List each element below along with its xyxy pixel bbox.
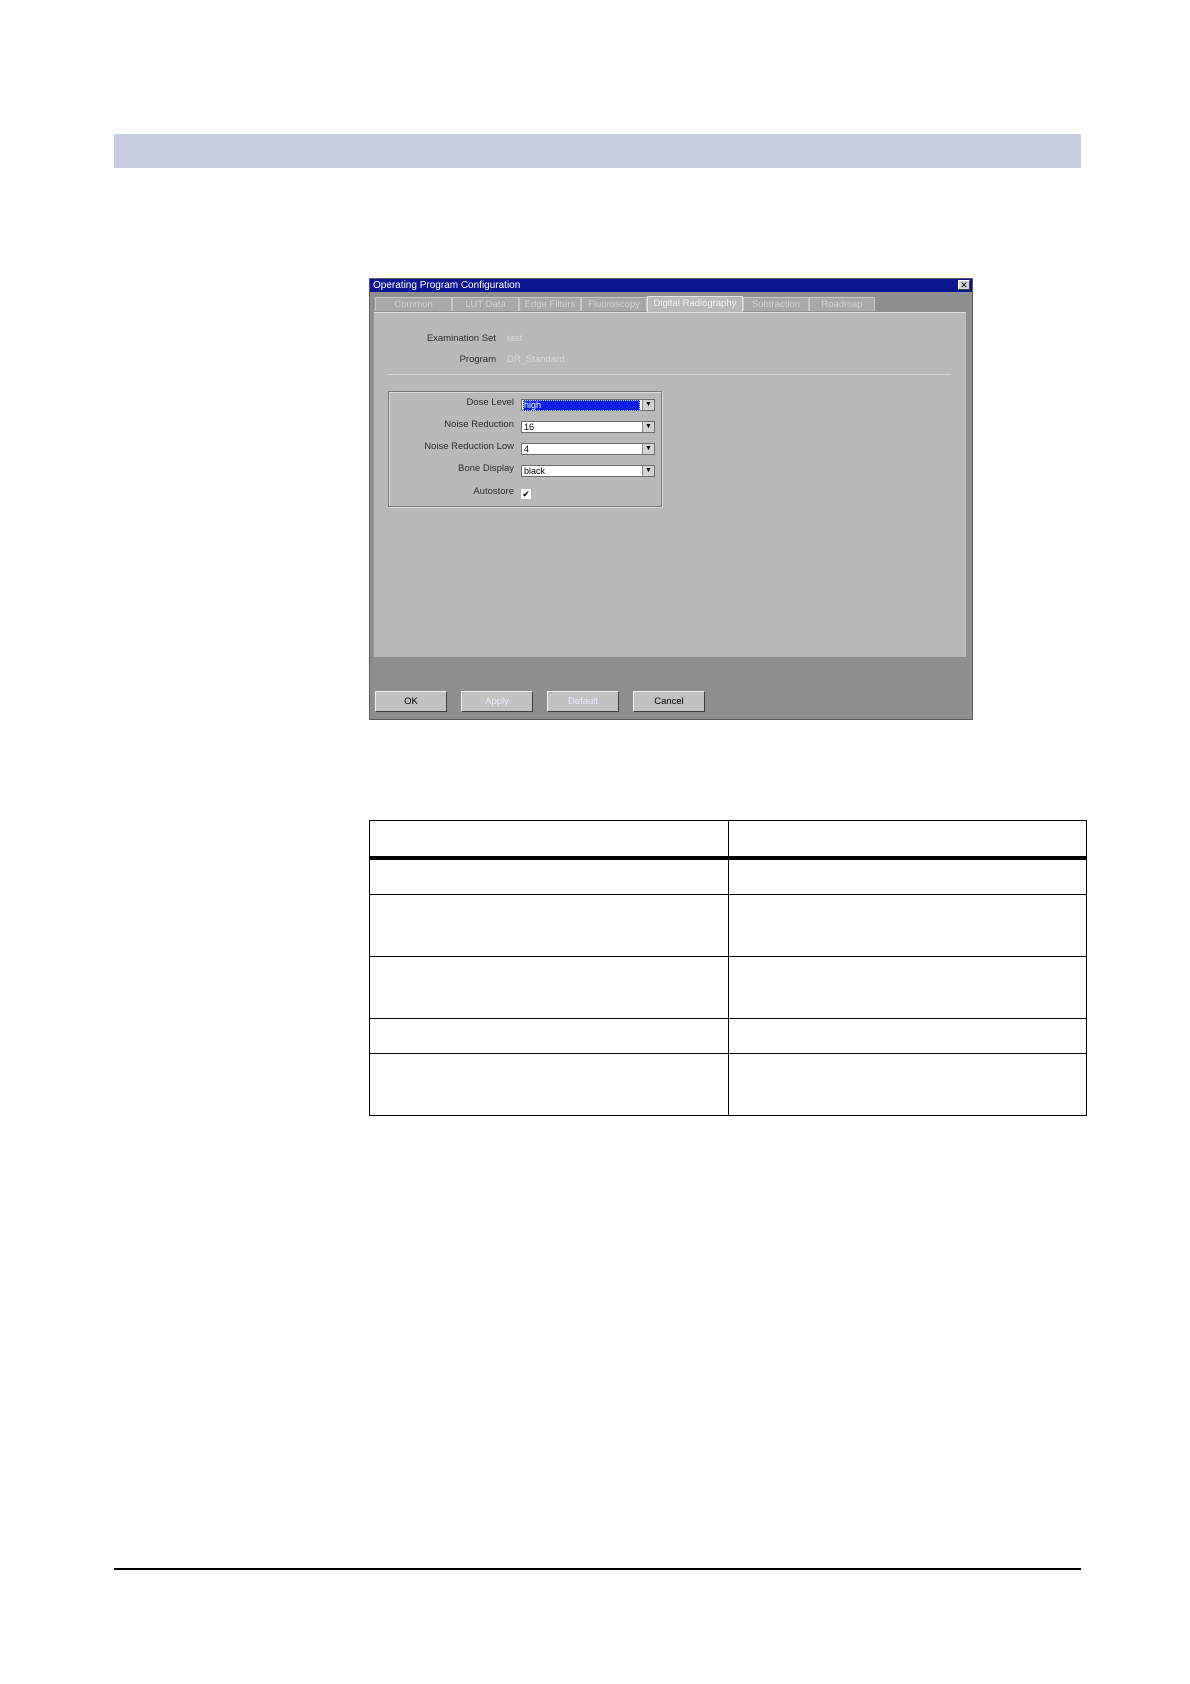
dialog-titlebar: Operating Program Configuration ✕ — [370, 279, 972, 292]
tab-common[interactable]: Common — [375, 297, 452, 311]
noise-reduction-low-value: 4 — [524, 444, 530, 454]
dose-level-label: Dose Level — [466, 397, 514, 408]
table-row — [369, 1053, 1087, 1116]
noise-reduction-value: 16 — [524, 422, 535, 432]
operating-program-configuration-dialog: Operating Program Configuration ✕ Common… — [369, 278, 973, 720]
table-cell — [728, 894, 1087, 957]
chevron-down-icon[interactable]: ▼ — [642, 444, 654, 454]
table-cell — [369, 956, 729, 1019]
chevron-down-icon[interactable]: ▼ — [642, 466, 654, 476]
ok-button[interactable]: OK — [375, 691, 447, 712]
bone-display-combo[interactable]: black ▼ — [521, 465, 655, 477]
table-header-row — [369, 820, 1087, 859]
table-row — [369, 857, 1087, 895]
noise-reduction-low-label: Noise Reduction Low — [424, 441, 514, 452]
autostore-checkbox[interactable]: ✔ — [521, 489, 531, 499]
table-cell — [369, 1018, 729, 1054]
table-cell — [728, 1053, 1087, 1116]
table-row — [369, 894, 1087, 957]
noise-reduction-low-combo[interactable]: 4 ▼ — [521, 443, 655, 455]
table-header-cell — [728, 820, 1087, 859]
checkmark-icon: ✔ — [522, 489, 530, 499]
tab-subtraction[interactable]: Subtraction — [743, 297, 809, 311]
examination-set-value: test — [507, 333, 523, 344]
cancel-button[interactable]: Cancel — [633, 691, 705, 712]
dose-level-combo[interactable]: high ▼ — [521, 399, 655, 411]
tab-roadmap[interactable]: Roadmap — [809, 297, 875, 311]
digital-radiography-panel: Examination Set test Program DR_Standard… — [374, 312, 966, 657]
tab-edge-filters[interactable]: Edge Filters — [519, 297, 581, 311]
close-icon: ✕ — [960, 280, 968, 290]
program-label: Program — [459, 354, 496, 365]
dialog-title: Operating Program Configuration — [373, 280, 521, 291]
table-row — [369, 956, 1087, 1019]
autostore-label: Autostore — [473, 486, 514, 497]
program-value: DR_Standard — [507, 354, 565, 365]
document-table — [369, 820, 1087, 1116]
chevron-down-icon[interactable]: ▼ — [642, 400, 654, 410]
tab-digital-radiography[interactable]: Digital Radiography — [647, 296, 743, 312]
table-cell — [369, 894, 729, 957]
table-cell — [728, 1018, 1087, 1054]
table-cell — [369, 1053, 729, 1116]
noise-reduction-combo[interactable]: 16 ▼ — [521, 421, 655, 433]
bone-display-label: Bone Display — [458, 463, 514, 474]
close-button[interactable]: ✕ — [958, 280, 970, 290]
table-header-cell — [369, 820, 729, 859]
table-row — [369, 1018, 1087, 1054]
settings-group: Dose Level high ▼ Noise Reduction 16 ▼ N… — [388, 391, 662, 507]
separator-line — [388, 374, 951, 375]
apply-button[interactable]: Apply — [461, 691, 533, 712]
table-cell — [369, 857, 729, 895]
table-cell — [728, 857, 1087, 895]
tab-lut-data[interactable]: LUT Data — [452, 297, 519, 311]
footer-rule — [114, 1568, 1081, 1570]
chevron-down-icon[interactable]: ▼ — [642, 422, 654, 432]
page-header-band — [114, 134, 1081, 168]
tab-fluoroscopy[interactable]: Fluoroscopy — [581, 297, 647, 311]
dose-level-value: high — [523, 400, 640, 411]
default-button[interactable]: Default — [547, 691, 619, 712]
table-cell — [728, 956, 1087, 1019]
examination-set-label: Examination Set — [426, 333, 496, 344]
bone-display-value: black — [524, 466, 546, 476]
noise-reduction-label: Noise Reduction — [444, 419, 514, 430]
